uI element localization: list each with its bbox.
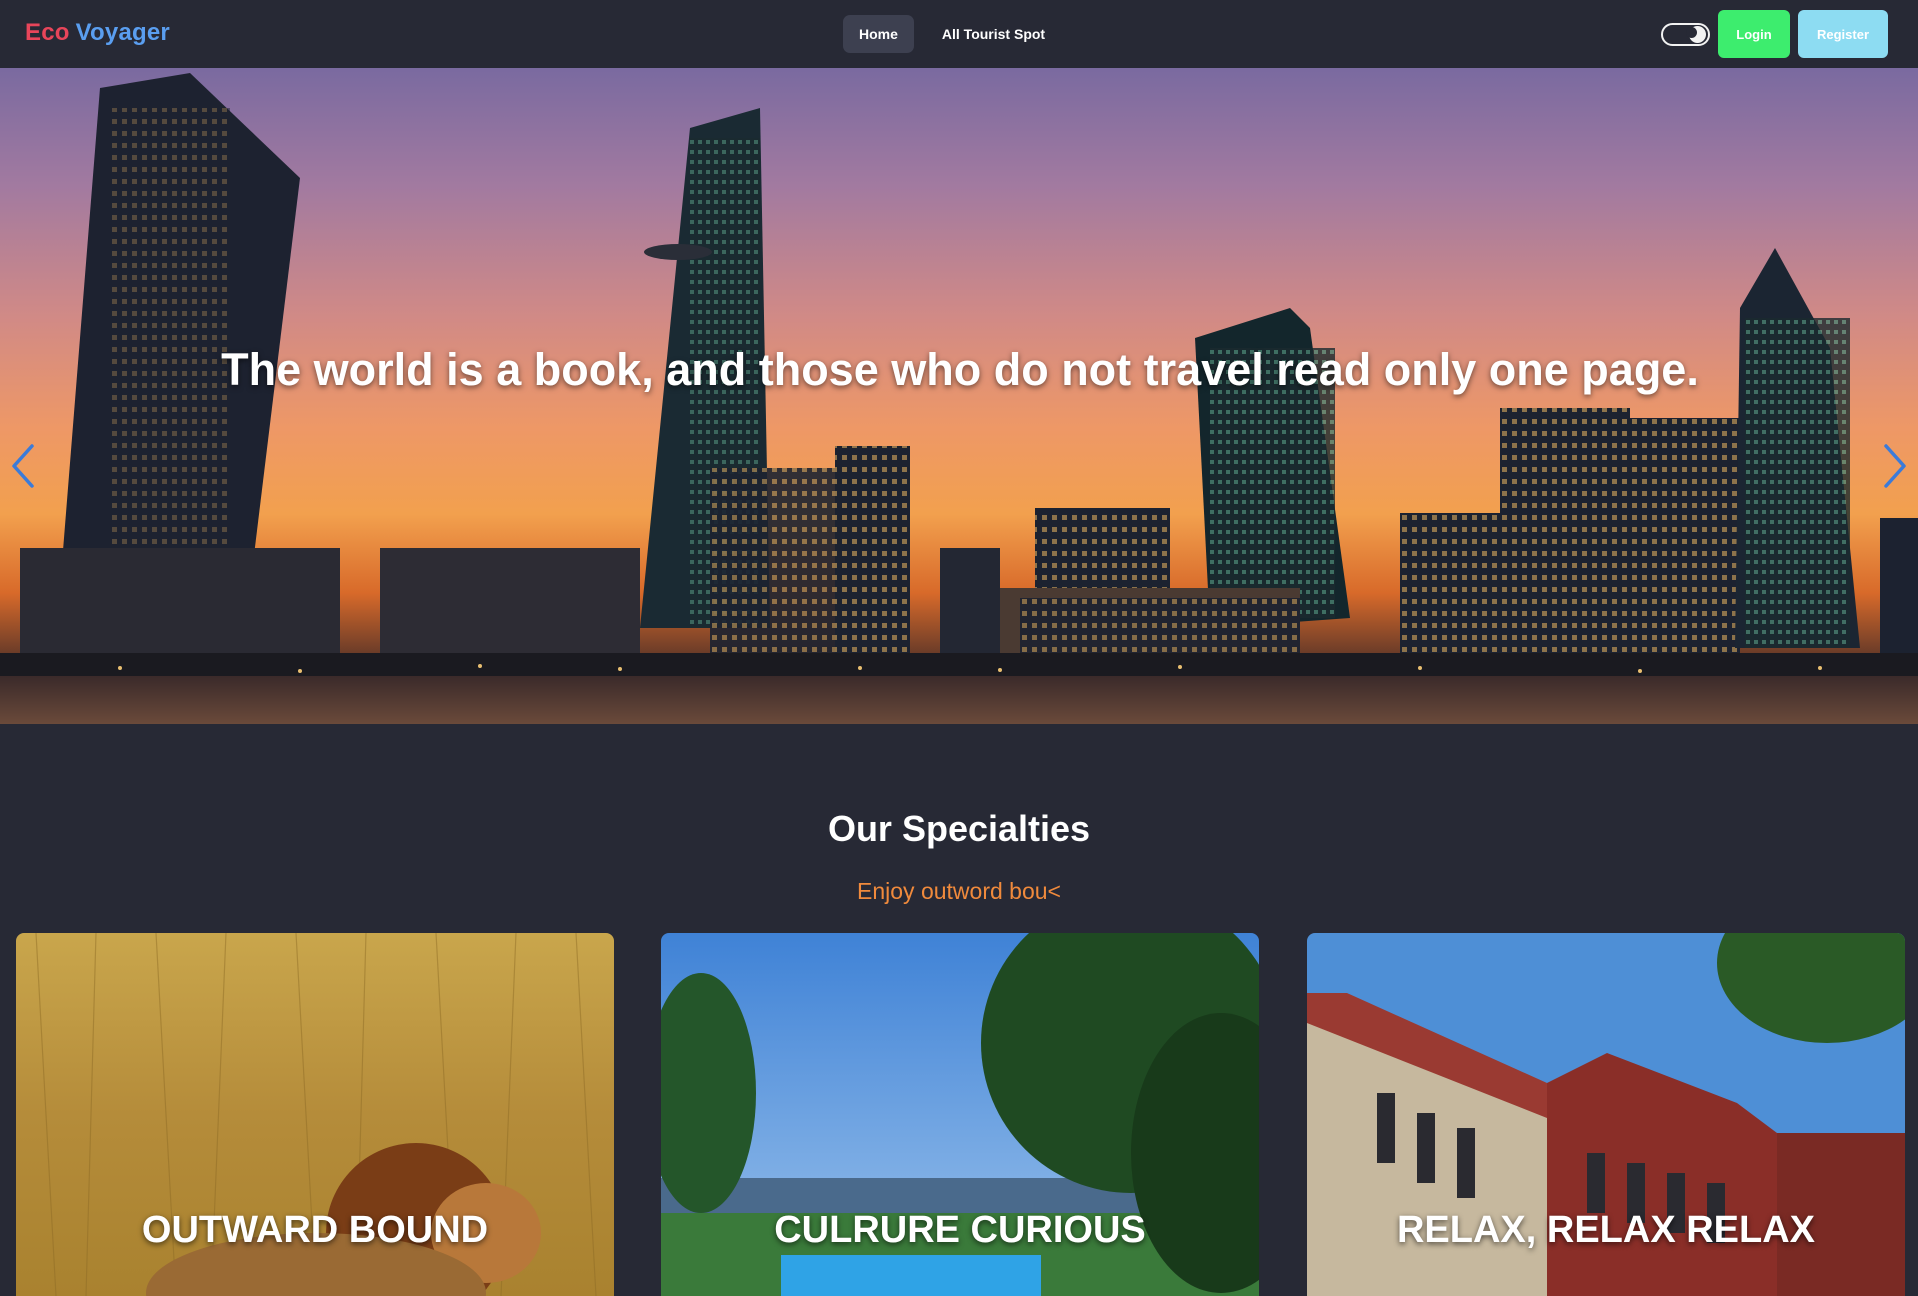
slider-prev-button[interactable] [6,440,40,492]
nav-links: Home All Tourist Spot [843,15,1061,53]
register-button[interactable]: Register [1798,10,1888,58]
brand-logo[interactable]: Eco Voyager [25,19,170,47]
nav-home-link[interactable]: Home [843,15,914,53]
specialty-card-relax[interactable]: RELAX, RELAX RELAX [1307,933,1905,1296]
specialties-cards: OUTWARD BOUND CULRURE CURIOUS RELAX, REL… [0,933,1918,1296]
slider-next-button[interactable] [1878,440,1912,492]
specialties-subtitle: Enjoy outword bou< [857,878,1061,904]
card-label-culrure-curious: CULRURE CURIOUS [774,1209,1146,1251]
chevron-right-icon [1884,444,1906,488]
hero-quote: The world is a book, and those who do no… [221,344,1699,395]
chevron-left-icon [12,444,34,488]
specialties-title: Our Specialties [827,808,1091,849]
specialty-card-culrure-curious[interactable]: CULRURE CURIOUS [661,933,1259,1296]
hero-slider: The world is a book, and those who do no… [0,68,1918,724]
brand-eco: Eco [25,19,70,46]
theme-toggle[interactable] [1661,23,1710,46]
navbar: Eco Voyager Home All Tourist Spot Login R… [0,0,1918,68]
login-button[interactable]: Login [1718,10,1790,58]
moon-icon [1686,26,1706,43]
brand-voyager: Voyager [75,19,170,46]
card-label-outward-bound: OUTWARD BOUND [141,1209,489,1251]
nav-all-tourist-spot-link[interactable]: All Tourist Spot [926,15,1061,53]
specialty-card-outward-bound[interactable]: OUTWARD BOUND [16,933,614,1296]
card-label-relax: RELAX, RELAX RELAX [1396,1209,1816,1251]
hero-city-image [0,73,1918,724]
